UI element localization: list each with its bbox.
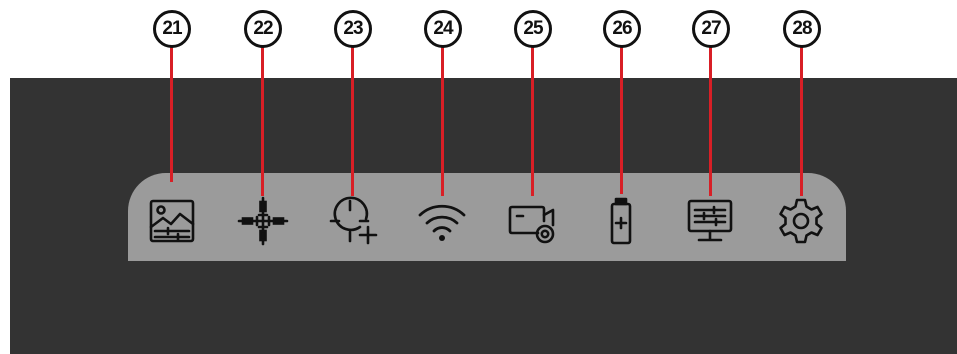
wifi-button[interactable] (415, 196, 469, 246)
image-adjust-icon (149, 199, 195, 243)
callout-number: 25 (514, 10, 552, 48)
display-settings-button[interactable] (683, 196, 737, 246)
callout-number: 23 (334, 10, 372, 48)
leader-line-25 (531, 46, 534, 196)
wifi-icon (418, 204, 466, 241)
leader-line-27 (709, 46, 712, 196)
leader-line-26 (620, 46, 623, 194)
leader-line-21 (170, 46, 173, 182)
callout-22: 22 (244, 10, 282, 48)
gear-icon (779, 198, 823, 244)
callout-number: 27 (692, 10, 730, 48)
recording-icon (508, 205, 555, 244)
battery-button[interactable] (594, 196, 648, 246)
callout-23: 23 (334, 10, 372, 48)
callout-number: 22 (244, 10, 282, 48)
image-adjust-button[interactable] (145, 196, 199, 246)
callout-number: 24 (424, 10, 462, 48)
reticle-button[interactable] (236, 196, 290, 246)
callout-24: 24 (424, 10, 462, 48)
leader-line-28 (800, 46, 803, 196)
recording-button[interactable] (505, 196, 559, 246)
callout-number: 28 (783, 10, 821, 48)
callout-25: 25 (514, 10, 552, 48)
zeroing-icon (329, 196, 378, 245)
leader-line-24 (441, 46, 444, 196)
callout-26: 26 (603, 10, 641, 48)
leader-line-22 (261, 46, 264, 196)
callout-number: 26 (603, 10, 641, 48)
settings-button[interactable] (774, 196, 828, 246)
display-settings-icon (687, 199, 733, 242)
stage: 21 22 23 24 25 26 27 28 (0, 0, 957, 354)
battery-icon (610, 197, 632, 245)
callout-number: 21 (153, 10, 191, 48)
callout-21: 21 (153, 10, 191, 48)
reticle-icon (237, 196, 289, 246)
leader-line-23 (351, 46, 354, 196)
callout-28: 28 (783, 10, 821, 48)
callout-27: 27 (692, 10, 730, 48)
zeroing-button[interactable] (325, 196, 379, 246)
